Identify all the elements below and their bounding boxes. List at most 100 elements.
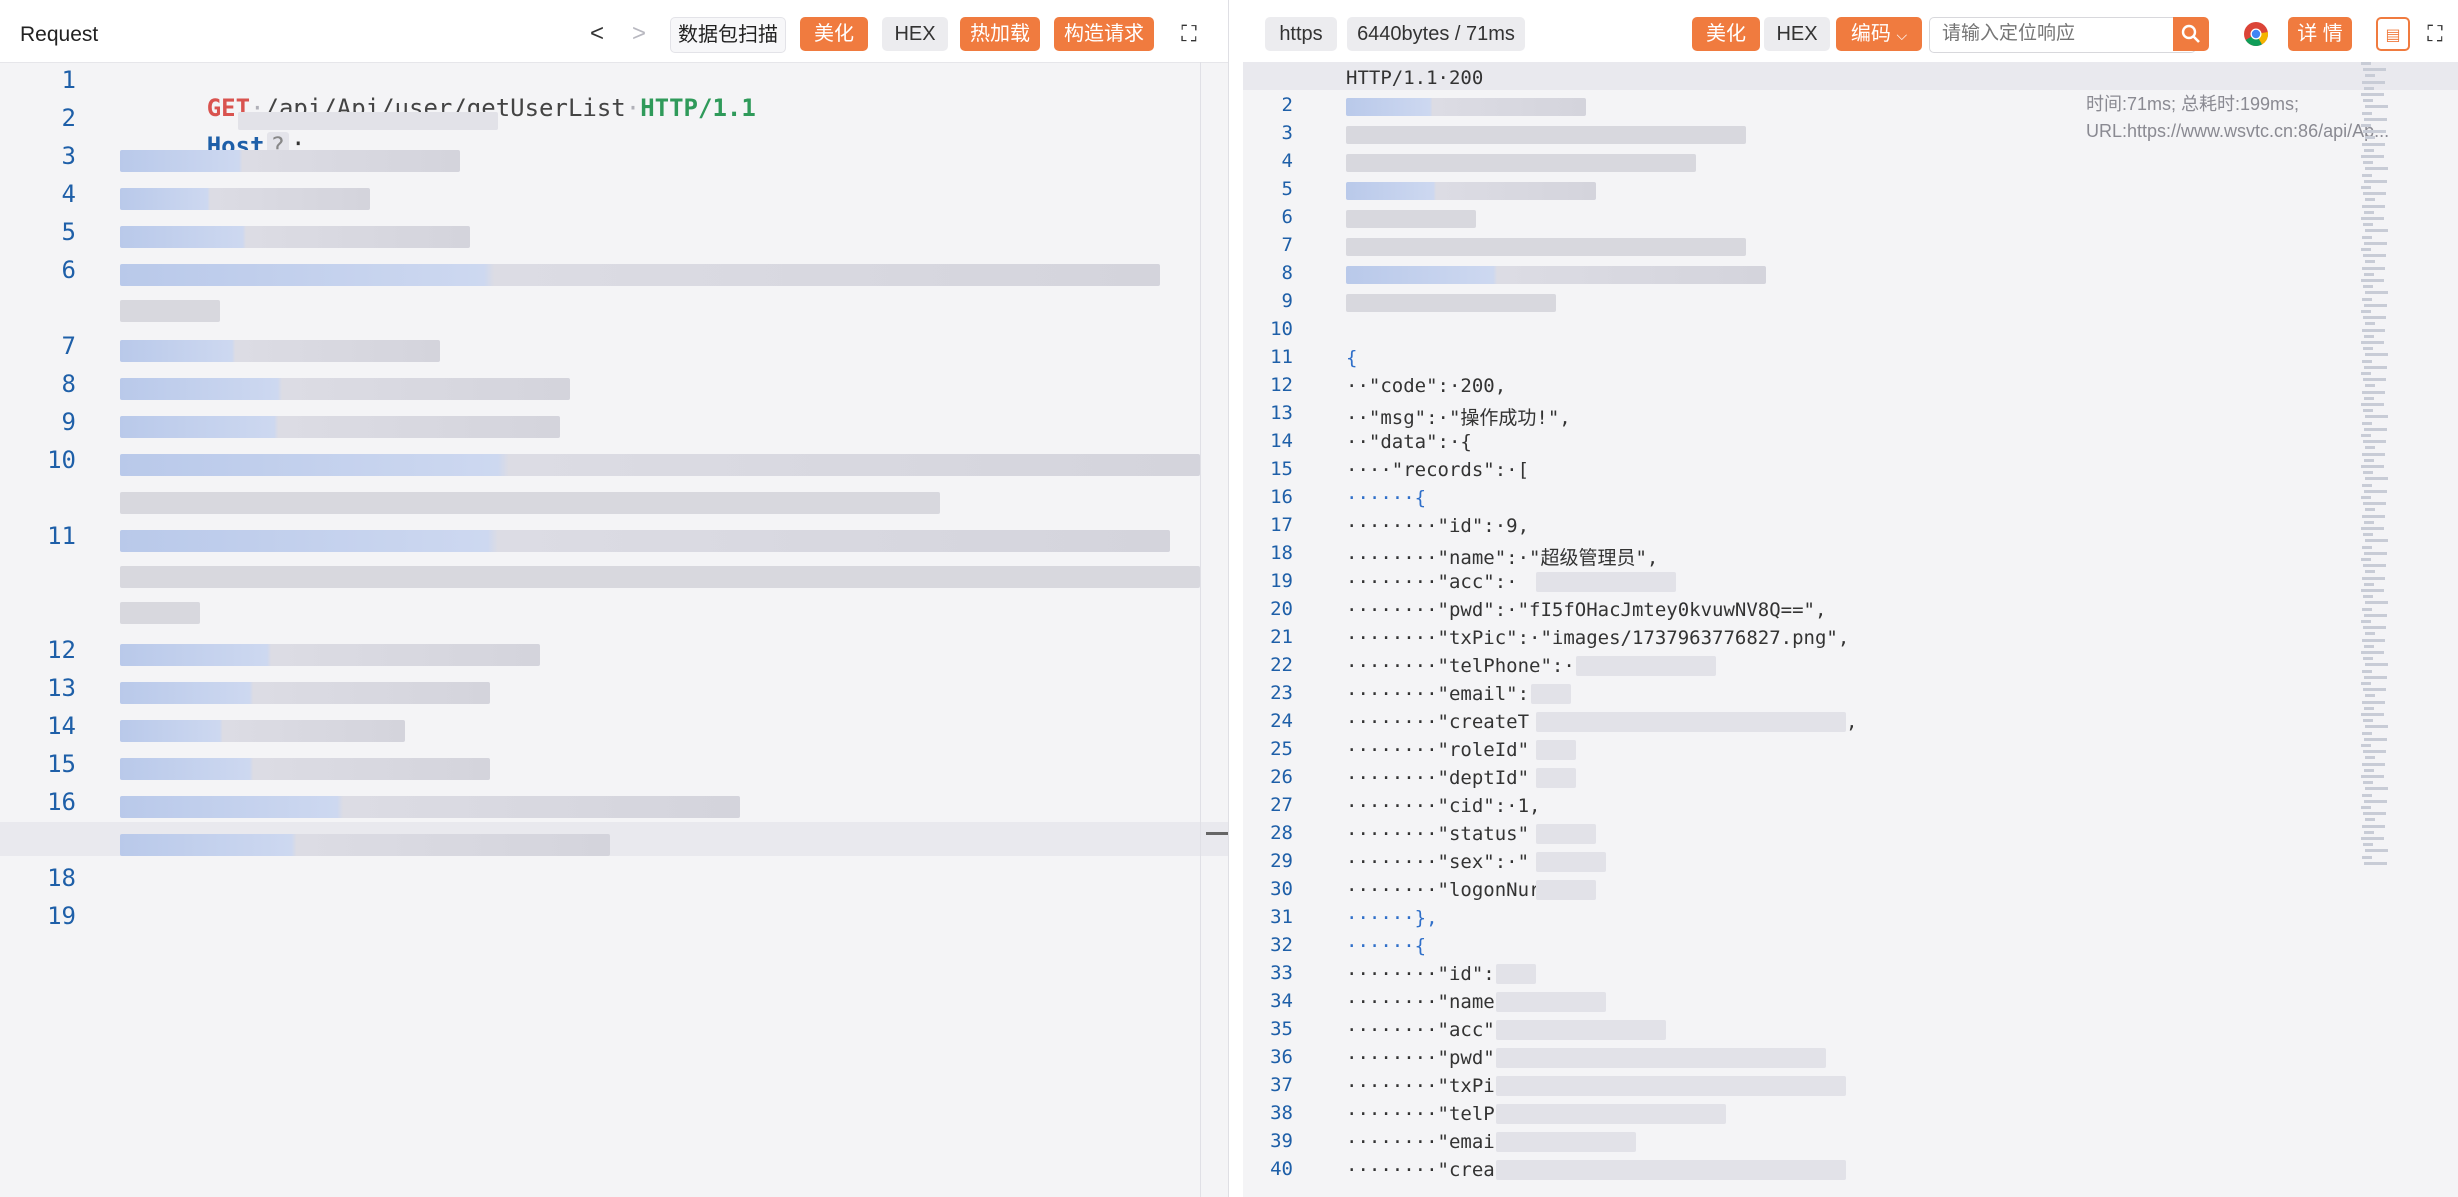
locate-response-search[interactable] [1929, 17, 2196, 53]
redacted-text [1346, 266, 1766, 284]
packet-scan-button[interactable]: 数据包扫描 [670, 17, 786, 53]
json-line: ········"acc":· [1346, 571, 1518, 593]
redacted-text [120, 226, 470, 248]
minimap-line [2362, 328, 2385, 332]
redacted-text [1346, 154, 1696, 172]
json-line: ········"telPhone":· [1346, 655, 1575, 677]
line-number: 22 [1270, 654, 1293, 676]
line-number: 30 [1270, 878, 1293, 900]
minimap-line [2365, 539, 2388, 543]
chevron-down-icon: ⌵ [1896, 27, 1908, 43]
minimap-line [2363, 719, 2373, 723]
minimap-line [2363, 812, 2386, 816]
hot-reload-button[interactable]: 热加载 [960, 17, 1040, 51]
request-title: Request [20, 23, 99, 46]
hex-button[interactable]: HEX [1764, 17, 1830, 51]
beautify-button[interactable]: 美化 [1692, 17, 1760, 51]
redacted-text [120, 300, 220, 322]
minimap-line [2365, 415, 2388, 419]
redacted-text [120, 720, 405, 742]
redacted-value [1496, 1076, 1846, 1096]
response-line-gutter: 1234567891011121314151617181920212223242… [1243, 62, 1309, 1197]
detail-button[interactable]: 详 情 [2288, 17, 2352, 51]
redacted-text [120, 796, 740, 818]
response-editor[interactable]: HTTP/1.1·200 {··"code":·200, ··"msg":·"操作成… [1243, 62, 2458, 1197]
line-number: 35 [1270, 1018, 1293, 1040]
forward-arrow-icon[interactable]: > [622, 17, 656, 51]
minimap-line [2364, 861, 2387, 865]
code-minimap[interactable] [2361, 62, 2441, 902]
minimap-line [2364, 706, 2374, 710]
minimap-line [2362, 669, 2372, 673]
line-number: 39 [1270, 1130, 1293, 1152]
search-input[interactable] [1930, 18, 2174, 50]
editor-scroll-track [1200, 62, 1201, 1197]
fullscreen-icon[interactable]: ⛶ [2418, 17, 2452, 51]
minimap-line [2364, 768, 2374, 772]
minimap-line [2361, 744, 2371, 747]
line-number: 12 [1270, 374, 1293, 396]
redacted-text [1346, 182, 1596, 200]
minimap-line [2363, 223, 2373, 227]
line-number: 6 [1281, 206, 1293, 228]
panel-divider[interactable] [1228, 0, 1244, 1197]
json-line: ······}, [1346, 907, 1438, 929]
redacted-text [1346, 238, 1746, 256]
json-line: ········"email":· [1346, 683, 1541, 705]
line-number: 21 [1270, 626, 1293, 648]
minimap-line [2364, 365, 2387, 369]
line-number: 7 [61, 332, 76, 360]
protocol-badge: https [1265, 17, 1337, 51]
line-number: 18 [47, 864, 76, 892]
redacted-value [1531, 684, 1571, 704]
beautify-button[interactable]: 美化 [800, 17, 868, 51]
construct-request-button[interactable]: 构造请求 [1054, 17, 1154, 51]
chrome-browser-icon[interactable] [2239, 17, 2273, 51]
minimap-line [2363, 688, 2386, 692]
json-line: ········"txPi [1346, 1075, 1495, 1097]
fullscreen-icon[interactable]: ⛶ [1172, 17, 1206, 51]
minimap-line [2365, 570, 2375, 574]
minimap-line [2362, 235, 2372, 239]
line-number: 34 [1270, 990, 1293, 1012]
search-button[interactable] [2173, 17, 2209, 51]
json-line: ········"deptId" [1346, 767, 1530, 789]
back-arrow-icon[interactable]: < [580, 17, 614, 51]
line-number: 36 [1270, 1046, 1293, 1068]
json-line: ········"cid":·1, [1346, 795, 1541, 817]
redacted-text [120, 530, 1170, 552]
line-number: 29 [1270, 850, 1293, 872]
line-number: 5 [61, 218, 76, 246]
request-panel: Request < > 数据包扫描 美化 HEX 热加载 构造请求 ⛶ 1 2 … [0, 0, 1228, 1197]
minimap-line [2364, 582, 2374, 586]
chrome-icon [2244, 22, 2268, 47]
line-number: 7 [1281, 234, 1293, 256]
json-line: ········"id":·9, [1346, 515, 1530, 537]
redacted-value [1536, 824, 1596, 844]
splitter-handle[interactable] [1206, 832, 1228, 835]
minimap-line [2365, 787, 2388, 791]
minimap-line [2361, 527, 2384, 530]
request-editor[interactable]: GET·/api/Api/user/getUserList·HTTP/1.1 H… [0, 62, 1228, 1197]
redacted-text [1346, 98, 1586, 116]
line-number: 38 [1270, 1102, 1293, 1124]
encoding-dropdown[interactable]: 编码 ⌵ [1836, 17, 1922, 51]
minimap-line [2361, 93, 2384, 96]
line-number: 3 [1281, 122, 1293, 144]
comment-icon[interactable]: ▤ [2376, 17, 2410, 51]
minimap-line [2364, 117, 2387, 121]
hex-button[interactable]: HEX [882, 17, 948, 51]
minimap-line [2365, 477, 2388, 481]
minimap-line [2361, 682, 2371, 685]
http-version: HTTP/1.1 [640, 94, 756, 122]
redacted-text [120, 758, 490, 780]
line-number: 1 [61, 66, 76, 94]
minimap-line [2364, 241, 2387, 245]
minimap-line [2364, 613, 2387, 617]
minimap-line [2361, 217, 2384, 220]
request-line-gutter: 1 2 3 4 5 6 7 8 9 10 11 12 13 14 15 16 1… [0, 62, 90, 1197]
minimap-line [2361, 186, 2371, 189]
minimap-line [2364, 210, 2374, 214]
line-number: 17 [1270, 514, 1293, 536]
redacted-text [120, 340, 440, 362]
